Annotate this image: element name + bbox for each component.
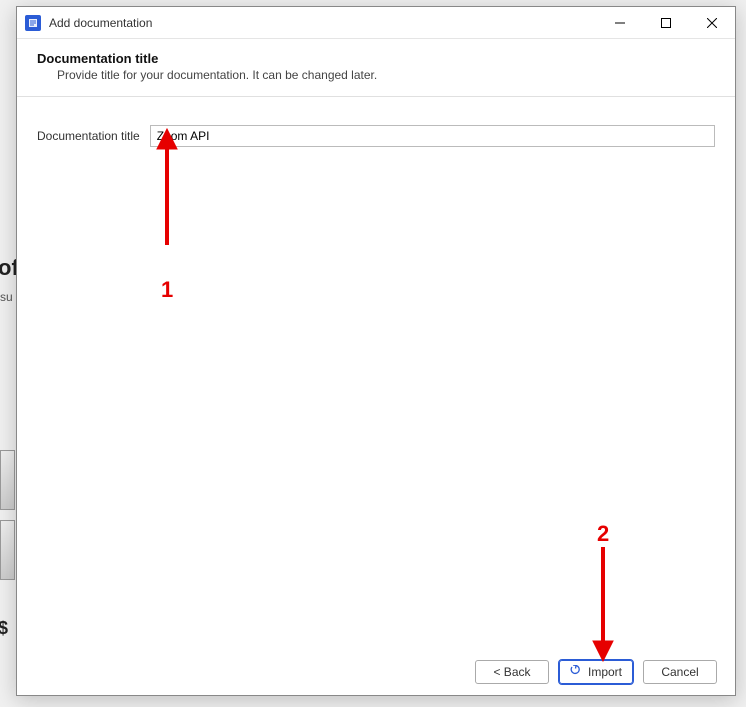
form-area: Documentation title 1 2 [17, 97, 735, 649]
import-button[interactable]: Import [559, 660, 633, 684]
section-description: Provide title for your documentation. It… [37, 68, 715, 82]
annotation-2-label: 2 [597, 521, 609, 547]
import-icon [570, 665, 582, 680]
back-button[interactable]: < Back [475, 660, 549, 684]
bg-thumbnail-1 [0, 450, 15, 510]
dialog-footer: < Back Import Cancel [17, 649, 735, 695]
add-documentation-dialog: Add documentation Documentation title Pr… [16, 6, 736, 696]
window-controls [597, 7, 735, 38]
section-title: Documentation title [37, 51, 715, 66]
title-row: Documentation title [37, 125, 715, 147]
bg-thumbnail-2 [0, 520, 15, 580]
cancel-button[interactable]: Cancel [643, 660, 717, 684]
titlebar: Add documentation [17, 7, 735, 39]
document-icon [25, 15, 41, 31]
bg-partial-text: su [0, 290, 13, 304]
annotation-1: 1 [147, 127, 187, 280]
minimize-button[interactable] [597, 7, 643, 39]
annotation-1-label: 1 [161, 277, 173, 303]
title-input[interactable] [150, 125, 715, 147]
title-label: Documentation title [37, 129, 140, 143]
import-button-label: Import [588, 665, 622, 679]
header-section: Documentation title Provide title for yo… [17, 39, 735, 97]
maximize-button[interactable] [643, 7, 689, 39]
close-button[interactable] [689, 7, 735, 39]
dialog-title: Add documentation [49, 16, 597, 30]
bg-partial-symbol: $ [0, 618, 8, 639]
